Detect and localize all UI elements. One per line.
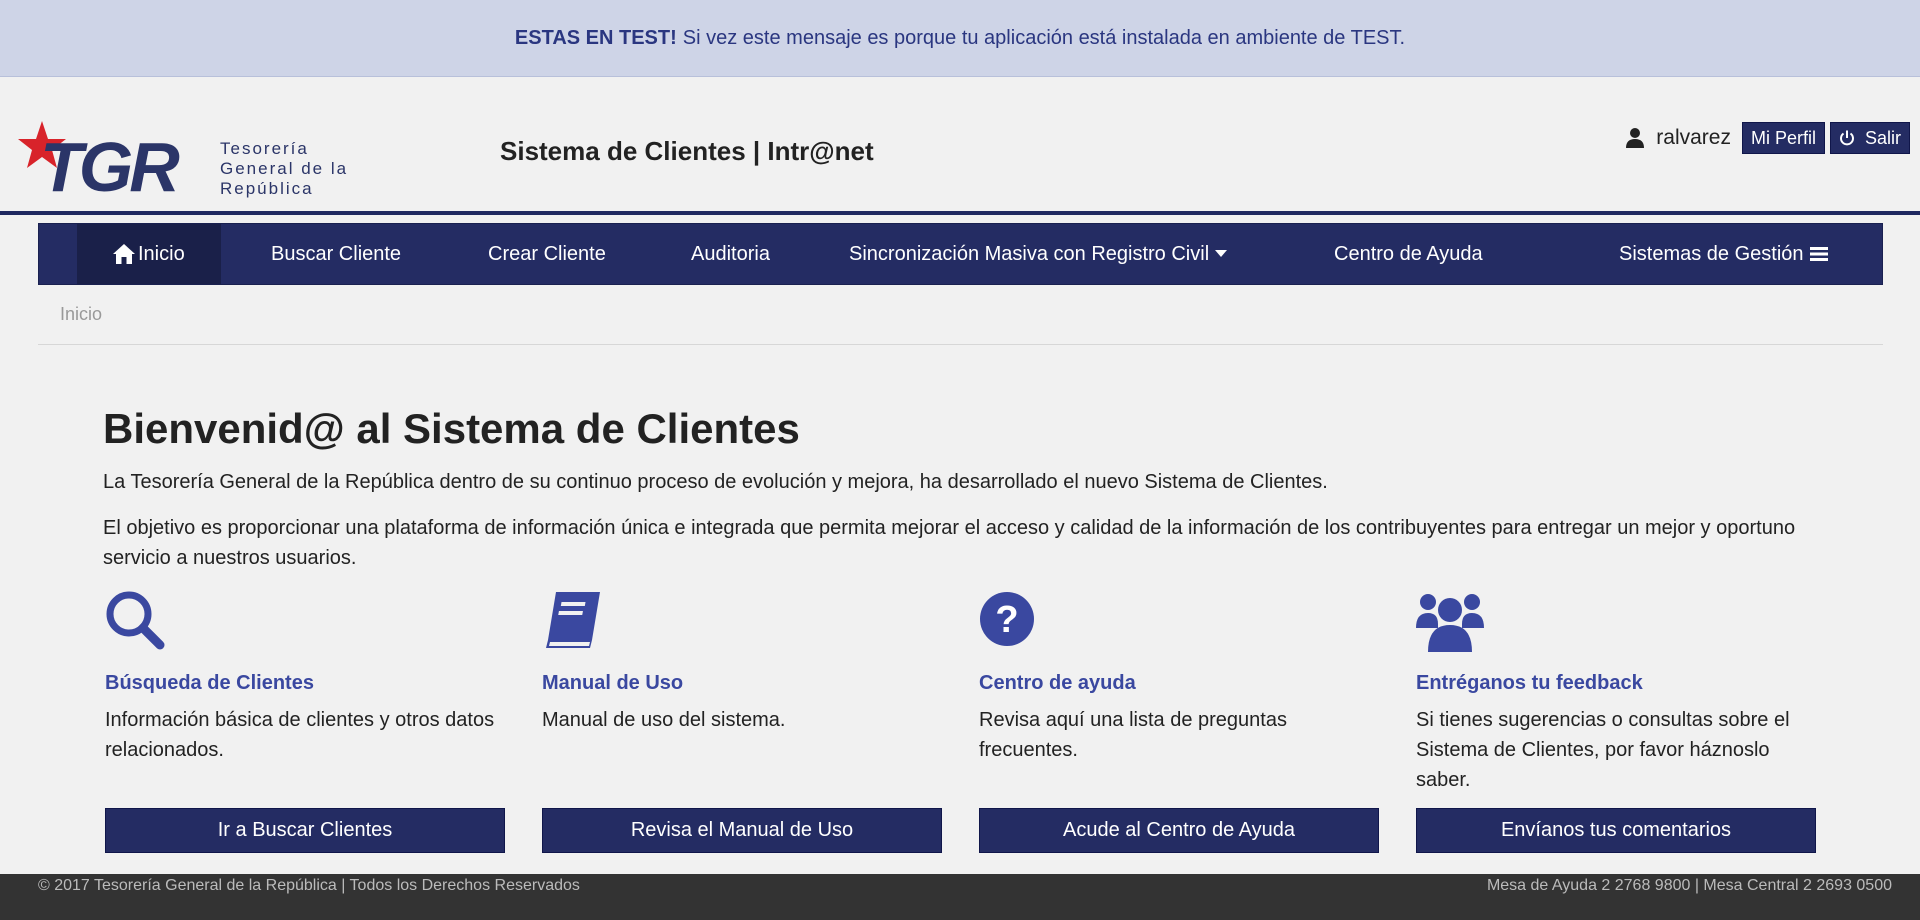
go-help-center-label: Acude al Centro de Ayuda bbox=[1062, 819, 1296, 841]
users-icon bbox=[1416, 594, 1484, 652]
test-banner-message: Si vez este mensaje es porque tu aplicac… bbox=[682, 26, 1406, 49]
nav-home-label: Inicio bbox=[138, 242, 185, 265]
nav-management-label: Sistemas de Gestión bbox=[1619, 242, 1804, 265]
nav-sync-label: Sincronización Masiva con Registro Civil bbox=[849, 242, 1210, 265]
caret-down-icon bbox=[1215, 250, 1228, 257]
nav-management-systems[interactable]: Sistemas de Gestión bbox=[1619, 224, 1828, 284]
nav-sync-dropdown[interactable]: Sincronización Masiva con Registro Civil bbox=[849, 224, 1228, 284]
page-title: Bienvenid@ al Sistema de Clientes bbox=[103, 405, 800, 452]
nav-search-client[interactable]: Buscar Cliente bbox=[271, 224, 401, 284]
user-icon bbox=[1626, 128, 1645, 148]
review-manual-label: Revisa el Manual de Uso bbox=[630, 819, 854, 841]
breadcrumb-divider bbox=[38, 344, 1883, 345]
go-search-clients-button[interactable]: Ir a Buscar Clientes bbox=[105, 808, 505, 853]
go-search-clients-label: Ir a Buscar Clientes bbox=[217, 819, 393, 841]
book-icon bbox=[546, 592, 600, 648]
footer-copyright: © 2017 Tesorería General de la República… bbox=[38, 877, 580, 894]
main-navbar: Inicio Buscar Cliente Crear Cliente Audi… bbox=[38, 223, 1883, 285]
profile-button[interactable]: Mi Perfil bbox=[1741, 122, 1825, 154]
logo-subtitle-line3: República bbox=[220, 179, 314, 198]
intro-paragraph-2: El objetivo es proporcionar una platafor… bbox=[103, 517, 1796, 569]
send-comments-label: Envíanos tus comentarios bbox=[1500, 819, 1732, 841]
username: ralvarez bbox=[1656, 126, 1731, 149]
nav-create-client-label: Crear Cliente bbox=[488, 242, 606, 265]
nav-help-center-label: Centro de Ayuda bbox=[1334, 242, 1483, 265]
card-user-manual-title: Manual de Uso bbox=[542, 672, 684, 694]
review-manual-button[interactable]: Revisa el Manual de Uso bbox=[542, 808, 942, 853]
nav-create-client[interactable]: Crear Cliente bbox=[488, 224, 606, 284]
card-help-center: ? Centro de ayuda Revisa aquí una lista … bbox=[979, 588, 1379, 765]
card-help-center-desc: Revisa aquí una lista de preguntas frecu… bbox=[979, 709, 1287, 761]
logo-subtitle-line1: Tesorería bbox=[220, 139, 309, 158]
search-icon bbox=[106, 591, 165, 650]
home-icon bbox=[113, 244, 135, 264]
profile-button-label: Mi Perfil bbox=[1750, 127, 1816, 148]
header-divider bbox=[0, 211, 1920, 215]
power-icon bbox=[1840, 130, 1854, 146]
go-help-center-button[interactable]: Acude al Centro de Ayuda bbox=[979, 808, 1379, 853]
nav-audit-label: Auditoria bbox=[691, 242, 770, 265]
logout-button-label: Salir bbox=[1864, 127, 1901, 148]
nav-search-client-label: Buscar Cliente bbox=[271, 242, 402, 265]
test-banner-strong: ESTAS EN TEST! bbox=[514, 26, 677, 49]
breadcrumb: Inicio bbox=[60, 304, 102, 325]
footer: © 2017 Tesorería General de la República… bbox=[0, 874, 1920, 920]
logo-subtitle: Tesorería General de la República bbox=[220, 139, 348, 199]
card-feedback-title: Entréganos tu feedback bbox=[1416, 672, 1643, 694]
nav-help-center[interactable]: Centro de Ayuda bbox=[1334, 224, 1483, 284]
card-client-search-title: Búsqueda de Clientes bbox=[105, 672, 314, 694]
footer-contact: Mesa de Ayuda 2 2768 9800 | Mesa Central… bbox=[1486, 877, 1892, 894]
nav-home[interactable]: Inicio bbox=[77, 224, 221, 284]
card-help-center-title: Centro de ayuda bbox=[979, 672, 1136, 694]
svg-text:?: ? bbox=[995, 599, 1018, 641]
logo-subtitle-line2: General de la bbox=[220, 159, 349, 178]
test-environment-banner: ESTAS EN TEST! Si vez este mensaje es po… bbox=[0, 0, 1920, 77]
send-comments-button[interactable]: Envíanos tus comentarios bbox=[1416, 808, 1816, 853]
logout-button[interactable]: Salir bbox=[1829, 122, 1910, 154]
card-client-search-desc: Información básica de clientes y otros d… bbox=[105, 709, 495, 761]
user-area: ralvarez Mi Perfil Salir bbox=[1626, 122, 1910, 154]
intro-paragraph-1: La Tesorería General de la República den… bbox=[103, 471, 1328, 493]
card-client-search: Búsqueda de Clientes Información básica … bbox=[105, 588, 505, 765]
nav-audit[interactable]: Auditoria bbox=[691, 224, 770, 284]
bars-icon bbox=[1809, 247, 1828, 261]
card-user-manual: Manual de Uso Manual de uso del sistema. bbox=[542, 588, 942, 735]
card-feedback: Entréganos tu feedback Si tienes sugeren… bbox=[1416, 588, 1816, 795]
card-feedback-desc: Si tienes sugerencias o consultas sobre … bbox=[1416, 709, 1790, 791]
card-user-manual-desc: Manual de uso del sistema. bbox=[542, 709, 786, 731]
system-title: Sistema de Clientes | Intr@net bbox=[500, 136, 874, 166]
breadcrumb-home[interactable]: Inicio bbox=[60, 304, 102, 324]
question-circle-icon: ? bbox=[980, 592, 1034, 646]
logo-text: TGR bbox=[40, 128, 180, 199]
